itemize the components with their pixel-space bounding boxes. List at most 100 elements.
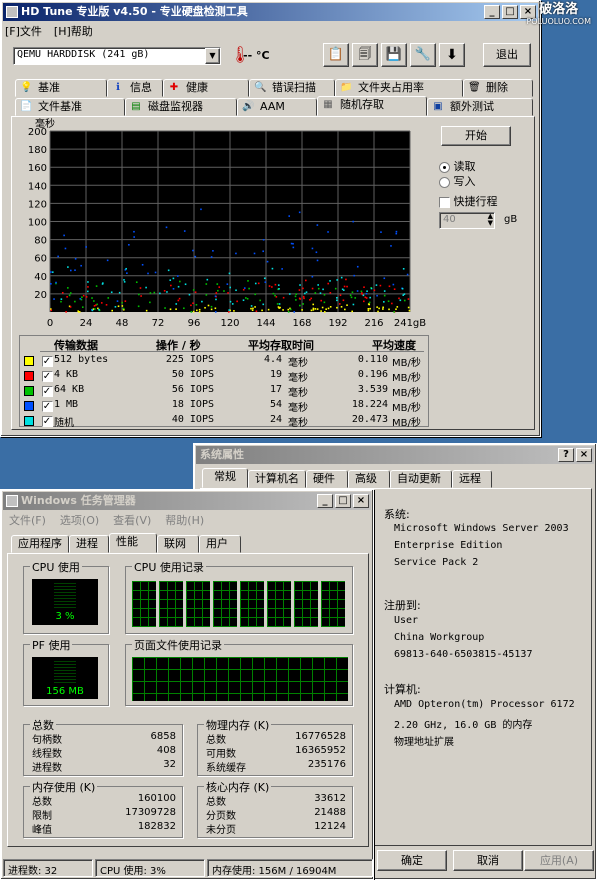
read-radio-dot[interactable] (439, 161, 450, 173)
arrow-down-icon[interactable]: ⬇ (439, 43, 465, 67)
tab-info[interactable]: ℹ 信息 (107, 79, 163, 97)
tab-hardware[interactable]: 硬件 (306, 470, 348, 488)
tab-users[interactable]: 用户 (199, 535, 241, 553)
sysprops-titlebar[interactable]: 系统属性 ? × (196, 446, 594, 464)
scatter-point (388, 308, 390, 311)
apply-button[interactable]: 应用(A) (524, 850, 594, 871)
sysprops-close-button[interactable]: × (576, 448, 592, 462)
tab-computer-name[interactable]: 计算机名 (248, 470, 306, 488)
tab-aam[interactable]: 🔊 AAM (237, 98, 317, 116)
tab-applications[interactable]: 应用程序 (11, 535, 69, 553)
scatter-point (164, 307, 166, 309)
taskmgr-titlebar[interactable]: Windows 任务管理器 _ □ × (3, 492, 371, 510)
write-radio-dot[interactable] (439, 176, 450, 188)
menu-view[interactable]: 查看(V) (113, 512, 151, 528)
scatter-point (215, 292, 218, 294)
tab-benchmark[interactable]: 💡 基准 (15, 79, 107, 97)
taskmgr-close-button[interactable]: × (353, 494, 369, 508)
scatter-point (329, 280, 331, 282)
fast-mode-size-input[interactable]: 40 ▲ ▼ (439, 212, 495, 229)
tab-error-scan[interactable]: 🔍 错误扫描 (249, 79, 335, 97)
scatter-point (60, 300, 62, 303)
taskmgr-minimize-button[interactable]: _ (317, 494, 333, 508)
row-speed-unit: MB/秒 (392, 403, 421, 414)
menu-options[interactable]: 选项(O) (60, 512, 99, 528)
scatter-point (365, 297, 368, 299)
series-checkbox[interactable]: ✓ (41, 400, 53, 412)
tab-erase[interactable]: 🗑 删除 (463, 79, 533, 97)
y-tick-label: 140 (28, 181, 47, 192)
scatter-point (87, 281, 89, 283)
hdtune-titlebar[interactable]: HD Tune 专业版 v4.50 - 专业硬盘检测工具 _ □ × (3, 3, 538, 21)
start-button[interactable]: 开始 (441, 126, 511, 146)
drive-select[interactable]: QEMU HARDDISK (241 gB) ▼ (13, 47, 221, 65)
menu-help[interactable]: [H]帮助 (54, 23, 93, 39)
series-checkbox[interactable]: ✓ (41, 370, 53, 382)
scatter-point (365, 292, 368, 295)
minimize-button[interactable]: _ (484, 5, 500, 19)
maximize-button[interactable]: □ (502, 5, 518, 19)
tab-folder-usage[interactable]: 📁 文件夹占用率 (335, 79, 463, 97)
chevron-down-icon[interactable]: ▼ (205, 48, 220, 64)
scatter-point (267, 308, 270, 311)
options-button[interactable]: 🔧 (410, 43, 436, 67)
scatter-point (233, 310, 235, 312)
tab-random-access[interactable]: ▦ 随机存取 (317, 96, 427, 116)
taskmgr-maximize-button[interactable]: □ (335, 494, 351, 508)
tab-disk-monitor[interactable]: ▤ 磁盘监视器 (125, 98, 237, 116)
save-button[interactable]: 💾 (381, 43, 407, 67)
tab-file-benchmark[interactable]: 📄 文件基准 (15, 98, 125, 116)
scatter-point (67, 287, 69, 289)
cancel-button[interactable]: 取消 (453, 850, 523, 871)
scatter-point (60, 298, 63, 300)
help-button[interactable]: ? (558, 448, 574, 462)
menu-file[interactable]: 文件(F) (9, 512, 46, 528)
tab-networking[interactable]: 联网 (157, 535, 199, 553)
fast-mode-check[interactable] (439, 196, 450, 208)
read-radio[interactable]: 读取 (439, 158, 476, 174)
y-tick-label: 20 (34, 290, 47, 301)
scatter-point (387, 300, 390, 303)
tab-advanced[interactable]: 高级 (348, 470, 390, 488)
tab-extra-tests[interactable]: ▣ 额外测试 (427, 98, 533, 116)
scatter-point (301, 309, 303, 311)
scatter-point (299, 304, 301, 307)
scatter-point (201, 300, 203, 303)
tab-health[interactable]: ✚ 健康 (163, 79, 249, 97)
scatter-point (96, 303, 98, 306)
ok-button[interactable]: 确定 (377, 850, 447, 871)
menu-file[interactable]: [F]文件 (5, 23, 42, 39)
scatter-point (85, 246, 87, 248)
scatter-point (316, 259, 319, 262)
scatter-point (334, 287, 337, 290)
tab-performance[interactable]: 性能 (109, 533, 157, 553)
copy-screenshot-button[interactable]: 🗐 (352, 43, 378, 67)
menu-help[interactable]: 帮助(H) (165, 512, 204, 528)
tab-processes[interactable]: 进程 (69, 535, 109, 553)
exit-button[interactable]: 退出 (483, 43, 531, 67)
write-radio[interactable]: 写入 (439, 173, 476, 189)
series-checkbox[interactable]: ✓ (41, 355, 53, 367)
info-icon: ℹ (116, 82, 120, 93)
scatter-point (263, 277, 266, 280)
cpu-core-graph (132, 581, 156, 627)
pf-usage-bars (54, 661, 76, 683)
tab-remote[interactable]: 远程 (452, 470, 492, 488)
scatter-point (353, 274, 356, 277)
fast-mode-checkbox[interactable]: 快捷行程 (439, 193, 498, 209)
spinner-icon[interactable]: ▲ ▼ (488, 213, 493, 227)
series-checkbox[interactable]: ✓ (41, 415, 53, 427)
random-access-chart: 毫秒 20018016014012010080604020 0 24 48 72 96 1… (28, 117, 426, 329)
scatter-point (382, 306, 384, 309)
series-checkbox[interactable]: ✓ (41, 385, 53, 397)
scatter-point (363, 300, 365, 303)
tab-auto-update[interactable]: 自动更新 (390, 470, 452, 488)
row-label: 随机 (54, 418, 74, 429)
copy-text-button[interactable]: 📋 (323, 43, 349, 67)
tab-general[interactable]: 常规 (202, 468, 248, 488)
y-tick-label: 80 (34, 236, 47, 247)
scatter-point (276, 303, 279, 305)
scatter-point (250, 307, 252, 310)
y-tick-label: 200 (28, 127, 47, 138)
stat-value: 33612 (314, 793, 346, 804)
